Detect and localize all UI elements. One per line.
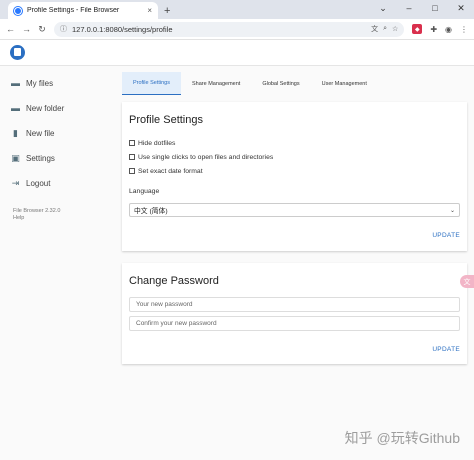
checkbox-label: Set exact date format bbox=[138, 167, 203, 175]
profile-settings-card: Profile Settings Hide dotfiles Use singl… bbox=[122, 102, 467, 251]
checkbox-box[interactable] bbox=[129, 154, 135, 160]
hide-dotfiles-checkbox[interactable]: Hide dotfiles bbox=[129, 136, 460, 150]
browser-menu-icon[interactable]: ⋮ bbox=[460, 25, 468, 34]
site-info-icon[interactable]: ⓘ bbox=[60, 24, 67, 34]
version-text[interactable]: File Browser 2.32.0 bbox=[13, 208, 112, 215]
tab-search-icon[interactable]: ⌄ bbox=[370, 0, 396, 16]
close-window-icon[interactable]: ✕ bbox=[448, 0, 474, 16]
change-password-title: Change Password bbox=[129, 275, 219, 287]
back-icon[interactable]: ← bbox=[6, 24, 15, 34]
settings-icon: ▣ bbox=[11, 153, 20, 163]
checkbox-label: Hide dotfiles bbox=[138, 139, 176, 147]
zoom-icon[interactable]: ⌕ bbox=[383, 25, 387, 33]
tab-share-management[interactable]: Share Management bbox=[181, 72, 251, 95]
tab-global-settings[interactable]: Global Settings bbox=[251, 72, 310, 95]
browser-tab-strip: Profile Settings - File Browser × + ⌄ – … bbox=[0, 0, 474, 19]
file-browser-logo[interactable] bbox=[10, 45, 25, 60]
language-select[interactable]: 中文 (简体) ⌄ bbox=[129, 203, 460, 217]
folder-icon: ▬ bbox=[11, 78, 20, 88]
translate-float-icon[interactable]: 文 bbox=[460, 275, 474, 288]
confirm-password-input[interactable]: Confirm your new password bbox=[129, 316, 460, 331]
settings-main: Profile Settings Share Management Global… bbox=[112, 66, 474, 459]
watermark: 知乎 @玩转Github bbox=[344, 430, 460, 446]
sidebar-item-logout[interactable]: ⇥ Logout bbox=[0, 171, 112, 196]
window-controls: ⌄ – □ ✕ bbox=[370, 0, 474, 16]
new-password-input[interactable]: Your new password bbox=[129, 297, 460, 312]
exact-date-checkbox[interactable]: Set exact date format bbox=[129, 164, 460, 178]
checkbox-label: Use single clicks to open files and dire… bbox=[138, 153, 274, 161]
sidebar-item-settings[interactable]: ▣ Settings bbox=[0, 146, 112, 171]
chevron-down-icon: ⌄ bbox=[449, 207, 455, 214]
sidebar-item-new-file[interactable]: ▮ New file bbox=[0, 121, 112, 146]
change-password-card: Change Password Your new password Confir… bbox=[122, 263, 467, 364]
sidebar-footer: File Browser 2.32.0 Help bbox=[0, 208, 112, 222]
help-link[interactable]: Help bbox=[13, 215, 112, 222]
bookmark-star-icon[interactable]: ☆ bbox=[392, 25, 398, 33]
app-header bbox=[0, 40, 474, 66]
language-label: Language bbox=[129, 188, 160, 195]
file-browser-favicon-icon bbox=[14, 6, 22, 15]
forward-icon[interactable]: → bbox=[22, 24, 31, 34]
sidebar-item-label: Settings bbox=[26, 154, 55, 163]
profile-avatar-icon[interactable]: ◉ bbox=[445, 25, 452, 34]
profile-settings-title: Profile Settings bbox=[129, 114, 203, 126]
note-add-icon: ▮ bbox=[13, 128, 18, 138]
tab-user-management[interactable]: User Management bbox=[311, 72, 378, 95]
sidebar-item-label: New folder bbox=[26, 104, 65, 113]
single-click-checkbox[interactable]: Use single clicks to open files and dire… bbox=[129, 150, 460, 164]
new-tab-icon[interactable]: + bbox=[164, 5, 170, 17]
extension-icon[interactable]: ◆ bbox=[412, 24, 423, 34]
language-value: 中文 (简体) bbox=[134, 208, 168, 215]
sidebar: ▬ My files ▬ New folder ▮ New file ▣ Set… bbox=[0, 66, 112, 459]
close-tab-icon[interactable]: × bbox=[147, 6, 152, 15]
extensions-puzzle-icon[interactable]: ✚ bbox=[430, 25, 437, 34]
logout-icon: ⇥ bbox=[11, 178, 20, 188]
tab-profile-settings[interactable]: Profile Settings bbox=[122, 72, 181, 95]
reload-icon[interactable]: ↻ bbox=[38, 24, 46, 35]
browser-toolbar: ← → ↻ ⓘ 127.0.0.1:8080/settings/profile … bbox=[0, 19, 474, 40]
checkbox-box[interactable] bbox=[129, 168, 135, 174]
sidebar-item-label: My files bbox=[26, 79, 54, 88]
maximize-icon[interactable]: □ bbox=[422, 0, 448, 16]
browser-tab-title: Profile Settings - File Browser bbox=[27, 7, 120, 14]
checkbox-box[interactable] bbox=[129, 140, 135, 146]
sidebar-item-my-files[interactable]: ▬ My files bbox=[0, 71, 112, 96]
update-password-button[interactable]: UPDATE bbox=[432, 346, 460, 353]
sidebar-item-label: New file bbox=[26, 129, 55, 138]
update-profile-button[interactable]: UPDATE bbox=[432, 232, 460, 239]
minimize-icon[interactable]: – bbox=[396, 0, 422, 16]
sidebar-item-label: Logout bbox=[26, 179, 51, 188]
url-text[interactable]: 127.0.0.1:8080/settings/profile bbox=[72, 25, 366, 34]
browser-tab[interactable]: Profile Settings - File Browser × bbox=[8, 2, 158, 19]
address-bar[interactable]: ⓘ 127.0.0.1:8080/settings/profile 文 ⌕ ☆ bbox=[54, 21, 405, 37]
translate-icon[interactable]: 文 bbox=[371, 24, 378, 34]
sidebar-item-new-folder[interactable]: ▬ New folder bbox=[0, 96, 112, 121]
create-folder-icon: ▬ bbox=[11, 103, 20, 113]
settings-tabs: Profile Settings Share Management Global… bbox=[122, 72, 467, 95]
